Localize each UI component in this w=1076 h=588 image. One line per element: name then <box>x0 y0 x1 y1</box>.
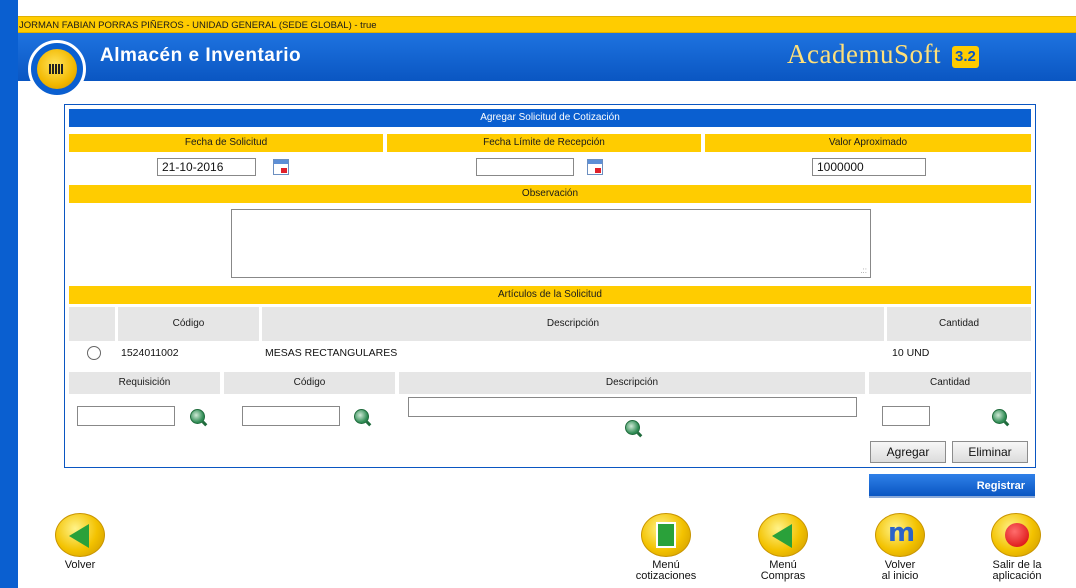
row-cantidad: 10 UND <box>892 347 930 359</box>
calendar-icon[interactable] <box>587 159 603 175</box>
app-root: JORMAN FABIAN PORRAS PIÑEROS - UNIDAD GE… <box>0 0 1076 588</box>
cantidad-column-header: Cantidad <box>887 307 1031 341</box>
volver-label[interactable]: Volver <box>52 560 108 571</box>
registrar-button[interactable]: Registrar <box>869 474 1035 498</box>
codigo-column-header: Código <box>118 307 259 341</box>
back-arrow-icon[interactable] <box>55 513 105 557</box>
search-icon[interactable] <box>354 409 369 424</box>
calendar-icon[interactable] <box>273 159 289 175</box>
valor-aproximado-input[interactable]: 1000000 <box>812 158 926 176</box>
valor-aproximado-label: Valor Aproximado <box>705 134 1031 152</box>
form-title: Agregar Solicitud de Cotización <box>69 109 1031 127</box>
row-descripcion: MESAS RECTANGULARES <box>265 347 398 359</box>
brand-version: 3.2 <box>952 46 979 68</box>
top-strip <box>0 0 1076 8</box>
descripcion-header: Descripción <box>399 372 865 394</box>
home-icon[interactable]: m <box>875 513 925 557</box>
salir-label[interactable]: Salir de la aplicación <box>982 560 1052 582</box>
articulos-title: Artículos de la Solicitud <box>69 286 1031 304</box>
codigo-header: Código <box>224 372 395 394</box>
cantidad-input[interactable] <box>882 406 930 426</box>
volver-inicio-label[interactable]: Volver al inicio <box>868 560 932 582</box>
search-icon[interactable] <box>625 420 640 435</box>
fecha-solicitud-label: Fecha de Solicitud <box>69 134 383 152</box>
app-logo <box>28 40 86 98</box>
fecha-limite-input[interactable] <box>476 158 574 176</box>
app-title: Almacén e Inventario <box>100 45 302 66</box>
left-bar <box>0 0 18 588</box>
menu-cotizaciones-label[interactable]: Menú cotizaciones <box>620 560 712 582</box>
search-icon[interactable] <box>190 409 205 424</box>
cantidad-header: Cantidad <box>869 372 1031 394</box>
brand-logo: AcademuSoft <box>787 39 941 69</box>
descripcion-column-header: Descripción <box>262 307 884 341</box>
row-codigo: 1524011002 <box>121 347 179 359</box>
requisicion-header: Requisición <box>69 372 220 394</box>
descripcion-input[interactable] <box>408 397 857 417</box>
requisicion-input[interactable] <box>77 406 175 426</box>
observacion-label: Observación <box>69 185 1031 203</box>
fecha-solicitud-input[interactable]: 21-10-2016 <box>157 158 256 176</box>
exit-icon[interactable] <box>991 513 1041 557</box>
menu-compras-label[interactable]: Menú Compras <box>752 560 814 582</box>
search-icon[interactable] <box>992 409 1007 424</box>
user-info-bar: JORMAN FABIAN PORRAS PIÑEROS - UNIDAD GE… <box>18 16 1076 33</box>
quotes-menu-icon[interactable] <box>641 513 691 557</box>
row-select-radio[interactable] <box>87 346 101 360</box>
barcode-icon <box>37 49 77 89</box>
select-column-header <box>69 307 115 341</box>
observacion-textarea[interactable]: .:: <box>231 209 871 278</box>
eliminar-button[interactable]: Eliminar <box>952 441 1028 463</box>
fecha-limite-label: Fecha Límite de Recepción <box>387 134 701 152</box>
agregar-button[interactable]: Agregar <box>870 441 946 463</box>
purchases-menu-icon[interactable] <box>758 513 808 557</box>
codigo-input[interactable] <box>242 406 340 426</box>
